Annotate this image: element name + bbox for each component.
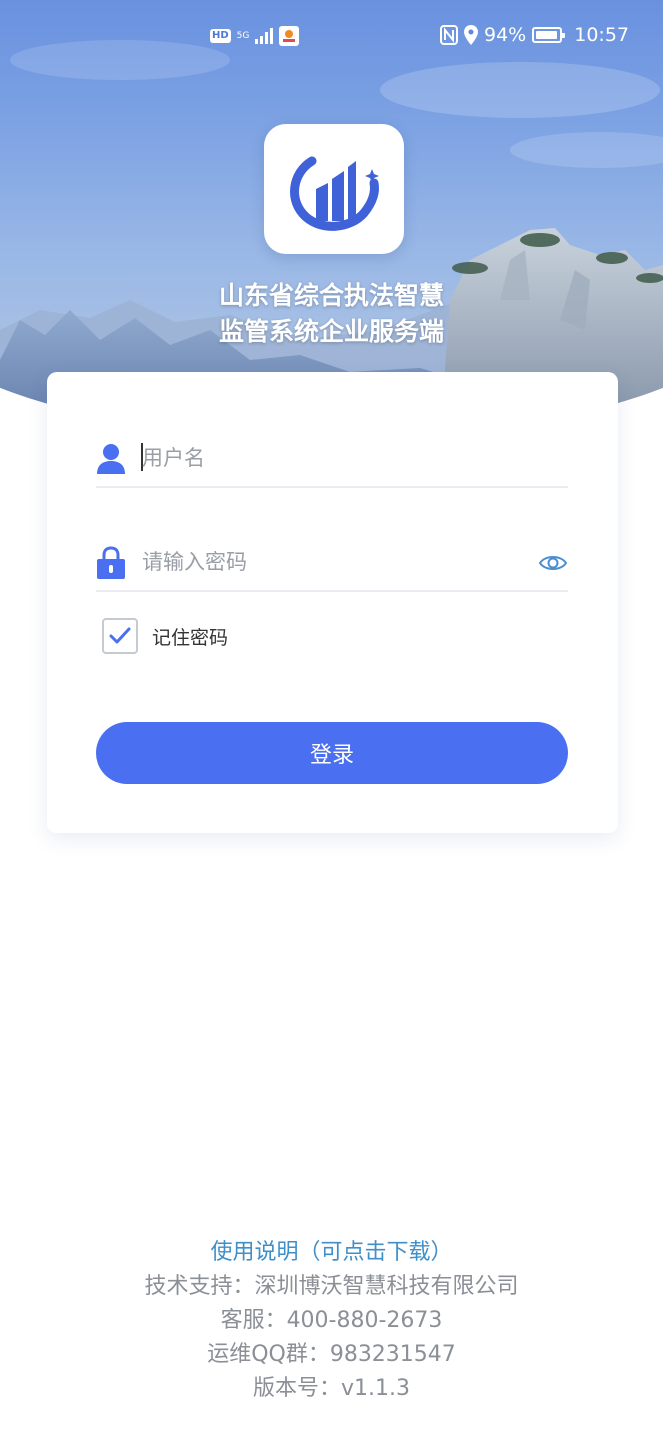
customer-service-text: 客服：400-880-2673 [220, 1308, 443, 1333]
status-bar: HD 5G 94% 10:57 [0, 22, 663, 54]
battery-percent: 94% [484, 24, 527, 46]
clock: 10:57 [574, 24, 629, 46]
app-logo [264, 124, 404, 254]
app-title: 山东省综合执法智慧 监管系统企业服务端 [0, 278, 663, 350]
login-button[interactable]: 登录 [96, 722, 568, 784]
password-field [96, 532, 568, 592]
signal-icon [255, 28, 274, 44]
nfc-icon [440, 25, 458, 45]
show-password-icon[interactable] [538, 548, 568, 578]
login-card: 记住密码 登录 [47, 372, 618, 833]
battery-icon [532, 27, 566, 43]
user-icon [97, 444, 125, 474]
qq-group-text: 运维QQ群：983231547 [207, 1342, 456, 1367]
version-text: 版本号：v1.1.3 [253, 1376, 410, 1401]
location-icon [464, 25, 478, 45]
remember-password-toggle[interactable]: 记住密码 [102, 618, 228, 654]
app-notification-icon [279, 26, 300, 46]
remember-password-label: 记住密码 [152, 626, 229, 649]
lock-icon [97, 546, 125, 579]
app-title-line1: 山东省综合执法智慧 [218, 281, 444, 310]
tech-support-text: 技术支持：深圳博沃智慧科技有限公司 [144, 1274, 519, 1299]
status-bar-right: 94% 10:57 [440, 24, 629, 46]
checkmark-icon [109, 627, 131, 644]
app-title-line2: 监管系统企业服务端 [218, 317, 444, 346]
username-input[interactable] [142, 440, 522, 476]
login-screen: HD 5G 94% 10:57 山东省综合执法智慧 监管系统企业服务端 用户名 … [0, 0, 663, 1436]
user-manual-link[interactable]: 使用说明（可点击下载） [0, 1236, 663, 1270]
hd-badge: HD [210, 29, 231, 43]
username-field [96, 428, 568, 488]
footer: 使用说明（可点击下载） 技术支持：深圳博沃智慧科技有限公司 客服：400-880… [0, 1236, 663, 1406]
password-input[interactable] [142, 544, 522, 580]
building-chart-icon [290, 156, 379, 231]
network-type: 5G [236, 30, 250, 41]
remember-password-checkbox[interactable] [102, 618, 138, 654]
status-bar-left: HD 5G [210, 26, 300, 46]
